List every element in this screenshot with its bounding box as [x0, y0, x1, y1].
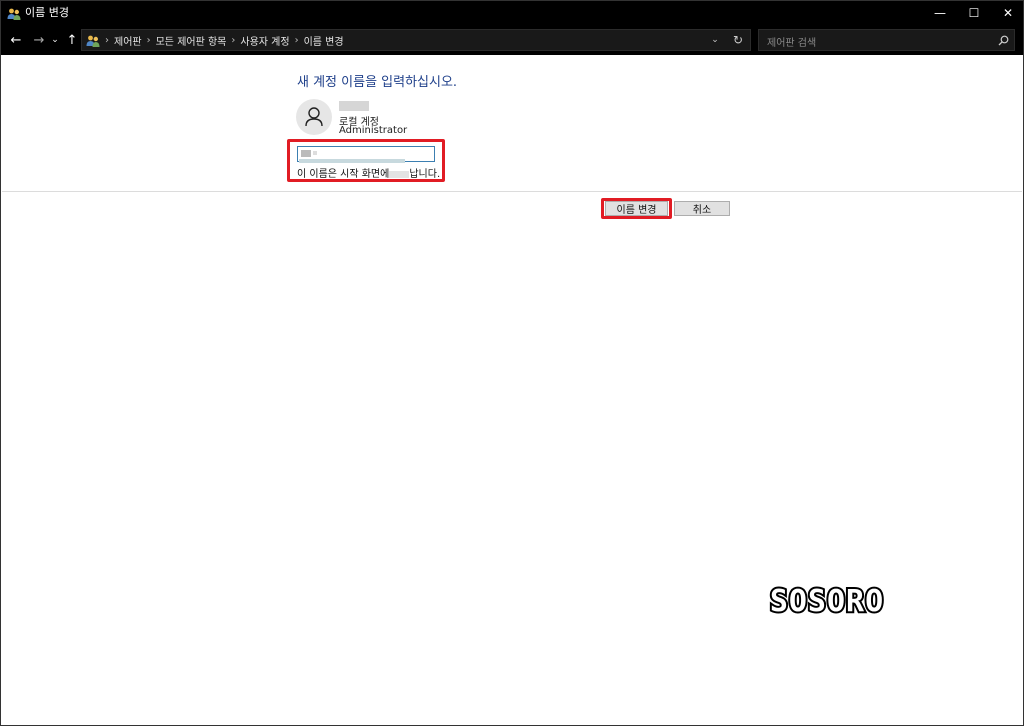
address-dropdown-button[interactable]: ⌄: [708, 33, 722, 47]
refresh-button[interactable]: ↻: [730, 32, 746, 48]
address-bar[interactable]: › 제어판 › 모든 제어판 항목 › 사용자 계정 › 이름 변경 ⌄ ↻: [81, 29, 751, 51]
close-icon: ✕: [1002, 6, 1014, 20]
annotation-highlight-button: [601, 198, 672, 219]
chevron-down-icon: ⌄: [51, 35, 59, 45]
svg-text:SOSORO: SOSORO: [770, 584, 884, 619]
chevron-down-icon: ⌄: [711, 35, 719, 45]
arrow-up-icon: ↑: [66, 32, 78, 48]
watermark-logo: SOSORO: [768, 583, 885, 619]
navigation-bar: ← → ⌄ ↑ › 제어판 › 모든 제어판 항목 › 사용자 계정 › 이름 …: [1, 25, 1023, 55]
maximize-icon: ☐: [968, 6, 980, 20]
search-placeholder: 제어판 검색: [767, 38, 817, 49]
breadcrumb-separator: ›: [294, 34, 299, 46]
search-box[interactable]: 제어판 검색: [758, 29, 1015, 51]
recent-locations-button[interactable]: ⌄: [49, 30, 61, 50]
title-bar: 이름 변경 — ☐ ✕: [1, 1, 1023, 25]
user-avatar-icon: [296, 99, 332, 135]
breadcrumb-separator: ›: [105, 34, 109, 46]
search-icon: [996, 33, 1010, 47]
back-button[interactable]: ←: [6, 30, 26, 50]
breadcrumb-change-name[interactable]: 이름 변경: [304, 33, 344, 48]
breadcrumb-separator: ›: [231, 34, 236, 46]
up-button[interactable]: ↑: [63, 30, 81, 50]
arrow-right-icon: →: [33, 32, 45, 48]
window: 이름 변경 — ☐ ✕ ← → ⌄ ↑ › 제어판 › 모든 제어판 항목 › …: [0, 0, 1024, 726]
window-title: 이름 변경: [25, 6, 69, 19]
breadcrumb-all-items[interactable]: 모든 제어판 항목: [156, 33, 227, 48]
maximize-button[interactable]: ☐: [957, 1, 991, 25]
divider: [2, 191, 1022, 192]
breadcrumb-separator: ›: [146, 34, 151, 46]
breadcrumb-user-accounts[interactable]: 사용자 계정: [240, 33, 289, 48]
forward-button[interactable]: →: [29, 30, 49, 50]
annotation-highlight-input: [287, 139, 445, 182]
minimize-icon: —: [934, 6, 946, 20]
account-role: Administrator: [339, 125, 408, 136]
breadcrumb: › 제어판 › 모든 제어판 항목 › 사용자 계정 › 이름 변경: [100, 30, 344, 50]
close-button[interactable]: ✕: [991, 1, 1024, 25]
account-name-redacted: [339, 101, 369, 111]
users-icon: [7, 6, 21, 20]
breadcrumb-control-panel[interactable]: 제어판: [114, 33, 142, 48]
arrow-left-icon: ←: [10, 32, 22, 48]
minimize-button[interactable]: —: [923, 1, 957, 25]
users-icon: [86, 33, 100, 47]
refresh-icon: ↻: [732, 33, 744, 47]
cancel-button[interactable]: 취소: [674, 201, 730, 216]
page-title: 새 계정 이름을 입력하십시오.: [297, 75, 458, 90]
